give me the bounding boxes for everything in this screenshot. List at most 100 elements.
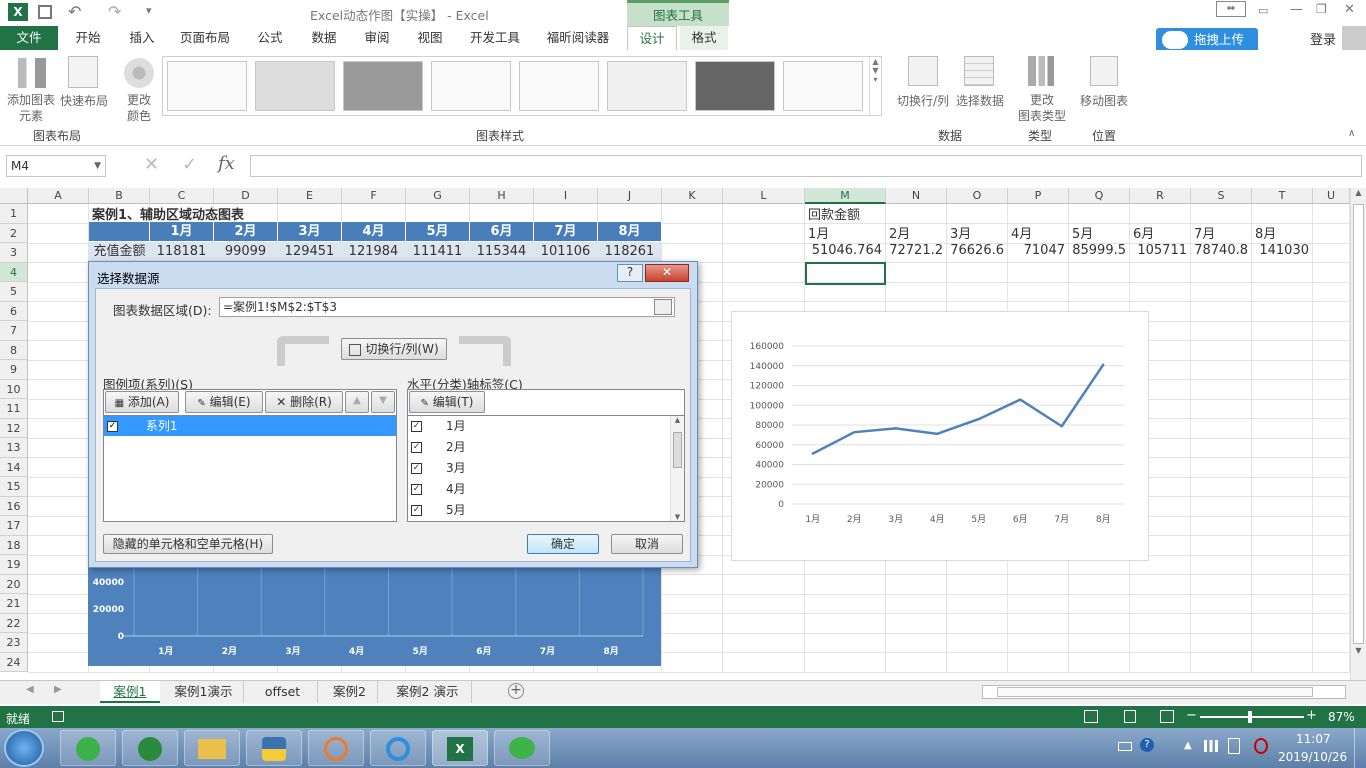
ribbon-display-icon[interactable]: ▭ xyxy=(1258,4,1268,17)
row-header[interactable]: 7 xyxy=(0,321,28,341)
column-header[interactable]: D xyxy=(214,188,278,204)
insert-function-icon[interactable]: fx xyxy=(218,153,235,174)
chart-style-gallery[interactable]: ▲ ▼ ▾ xyxy=(162,56,882,116)
tab-foxit[interactable]: 福昕阅读器 xyxy=(538,26,618,50)
clock-time[interactable]: 11:07 xyxy=(1296,732,1331,746)
name-box[interactable]: M4 ▼ xyxy=(6,155,106,177)
axis-item-checkbox[interactable]: ✓ xyxy=(411,484,422,495)
row-header[interactable]: 15 xyxy=(0,477,28,497)
sheet-tab-case2[interactable]: 案例2 xyxy=(322,681,378,703)
axis-item-checkbox[interactable]: ✓ xyxy=(411,505,422,516)
month-cell[interactable]: 1月 xyxy=(808,223,829,242)
axis-item-checkbox[interactable]: ✓ xyxy=(411,442,422,453)
amount-cell[interactable]: 141030 xyxy=(1252,243,1309,258)
sheet-tab-offset[interactable]: offset xyxy=(248,681,318,703)
row-header[interactable]: 13 xyxy=(0,438,28,458)
move-chart-button[interactable]: 移动图表 xyxy=(1074,92,1134,109)
add-series-button[interactable]: ▦ 添加(A) xyxy=(105,391,179,413)
move-down-button[interactable]: ▼ xyxy=(371,391,395,413)
value-cell[interactable]: 121984 xyxy=(342,242,405,261)
jupyter-icon[interactable] xyxy=(308,730,364,766)
axis-item-checkbox[interactable]: ✓ xyxy=(411,421,422,432)
row-header[interactable]: 10 xyxy=(0,379,28,399)
row-header[interactable]: 2 xyxy=(0,223,28,243)
delete-series-button[interactable]: ✕ 删除(R) xyxy=(265,391,343,413)
row-header[interactable]: 16 xyxy=(0,496,28,516)
column-header[interactable]: M xyxy=(805,188,886,204)
chart-style-8[interactable] xyxy=(783,61,863,111)
switch-row-col-dialog-button[interactable]: 切换行/列(W) xyxy=(341,338,447,360)
undo-icon[interactable]: ↶ xyxy=(68,2,81,21)
tab-developer[interactable]: 开发工具 xyxy=(462,26,528,50)
month-header-cell[interactable]: 8月 xyxy=(598,222,662,241)
row-header[interactable]: 9 xyxy=(0,360,28,380)
row-header[interactable]: 18 xyxy=(0,535,28,555)
month-cell[interactable]: 8月 xyxy=(1255,223,1276,242)
zoom-in-icon[interactable]: + xyxy=(1306,708,1317,723)
chart-style-3[interactable] xyxy=(343,61,423,111)
excel-taskbar-icon[interactable]: X xyxy=(432,730,488,766)
column-header[interactable]: E xyxy=(278,188,342,204)
quick-layout-button[interactable]: 快速布局 xyxy=(58,92,110,109)
network-icon[interactable] xyxy=(1204,740,1218,752)
column-header[interactable]: Q xyxy=(1069,188,1130,204)
chart-style-5[interactable] xyxy=(519,61,599,111)
collapse-dialog-icon[interactable] xyxy=(654,299,672,315)
axis-item[interactable]: ✓ 1月 xyxy=(408,416,684,437)
zoom-out-icon[interactable]: − xyxy=(1186,708,1197,723)
scroll-thumb[interactable] xyxy=(1353,204,1364,644)
sheet-tab-case1[interactable]: 案例1 xyxy=(100,681,160,703)
month-header-cell[interactable]: 4月 xyxy=(342,222,406,241)
month-header-cell[interactable]: 1月 xyxy=(150,222,214,241)
horizontal-scrollbar[interactable] xyxy=(982,685,1346,699)
select-all-corner[interactable] xyxy=(0,188,28,204)
row-header[interactable]: 12 xyxy=(0,418,28,438)
close-window-icon[interactable]: ✕ xyxy=(1344,2,1355,17)
excel-logo-icon[interactable]: X xyxy=(8,3,28,21)
month-cell[interactable]: 2月 xyxy=(889,223,910,242)
change-colors-button[interactable]: 更改 颜色 xyxy=(118,92,160,124)
column-header[interactable]: U xyxy=(1313,188,1350,204)
chart-style-2[interactable] xyxy=(255,61,335,111)
zoom-level[interactable]: 87% xyxy=(1328,710,1355,724)
column-header[interactable]: N xyxy=(886,188,947,204)
help-button[interactable]: ? xyxy=(617,264,643,282)
help-tray-icon[interactable]: ? xyxy=(1140,738,1154,752)
month-cell[interactable]: 4月 xyxy=(1011,223,1032,242)
cancel-icon[interactable]: ✕ xyxy=(144,154,159,175)
chart-style-6[interactable] xyxy=(607,61,687,111)
cell-m1-title[interactable]: 回款金额 xyxy=(808,204,860,223)
amount-cell[interactable]: 78740.8 xyxy=(1191,243,1248,258)
select-data-button[interactable]: 选择数据 xyxy=(952,92,1008,109)
cancel-button[interactable]: 取消 xyxy=(611,534,683,554)
column-header[interactable]: B xyxy=(89,188,150,204)
value-cell[interactable]: 99099 xyxy=(214,242,277,261)
column-header[interactable]: L xyxy=(723,188,805,204)
evernote-icon[interactable] xyxy=(122,730,178,766)
column-header[interactable]: R xyxy=(1130,188,1191,204)
amount-cell[interactable]: 51046.764 xyxy=(805,243,882,258)
axis-listbox[interactable]: ✓ 1月 ✓ 2月 ✓ 3月 ✓ 4月 ✓ 5月 ▲ ▼ xyxy=(407,415,685,522)
amount-cell[interactable]: 76626.6 xyxy=(947,243,1004,258)
volume-icon[interactable] xyxy=(1254,738,1268,754)
tab-format[interactable]: 格式 xyxy=(680,26,728,50)
clock-date[interactable]: 2019/10/26 xyxy=(1278,750,1347,764)
amount-cell[interactable]: 72721.2 xyxy=(886,243,943,258)
chart-style-1[interactable] xyxy=(167,61,247,111)
month-cell[interactable]: 5月 xyxy=(1072,223,1093,242)
column-header[interactable]: J xyxy=(598,188,662,204)
collapse-ribbon-icon[interactable]: ∧ xyxy=(1348,128,1355,139)
keyboard-icon[interactable] xyxy=(1118,742,1132,751)
gallery-scroll-icon[interactable]: ▲ ▼ ▾ xyxy=(869,57,881,115)
minimize-icon[interactable]: — xyxy=(1290,2,1303,17)
tab-page-layout[interactable]: 页面布局 xyxy=(172,26,238,50)
month-header-cell[interactable]: 2月 xyxy=(214,222,278,241)
hidden-cells-button[interactable]: 隐藏的单元格和空单元格(H) xyxy=(103,534,273,554)
tray-expand-icon[interactable]: ▲ xyxy=(1184,740,1192,751)
chart-style-4[interactable] xyxy=(431,61,511,111)
month-cell[interactable]: 3月 xyxy=(950,223,971,242)
axis-item[interactable]: ✓ 2月 xyxy=(408,437,684,458)
column-header[interactable]: T xyxy=(1252,188,1313,204)
row-header[interactable]: 1 xyxy=(0,204,28,224)
prev-sheet-icon[interactable]: ◀ xyxy=(26,684,34,695)
